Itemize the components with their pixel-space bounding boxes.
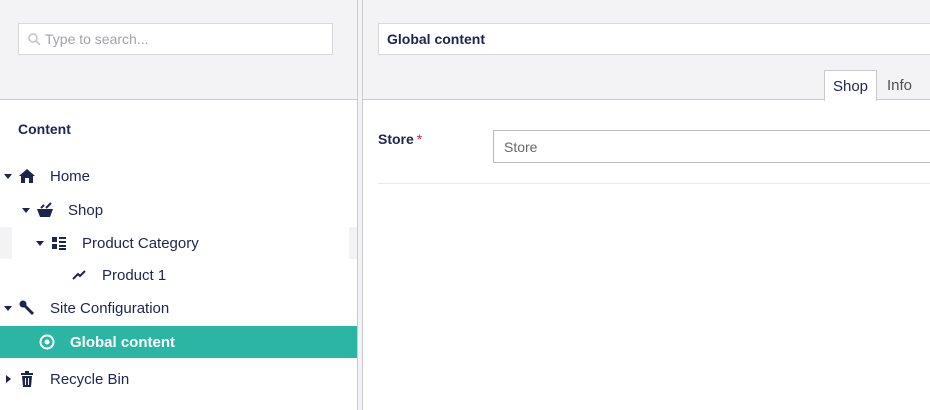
target-icon bbox=[38, 333, 56, 351]
search-icon bbox=[28, 33, 41, 46]
tree-item-site-configuration[interactable]: Site Configuration bbox=[0, 292, 357, 324]
tree-item-product-category[interactable]: Product Category bbox=[0, 227, 357, 259]
home-icon bbox=[18, 167, 36, 185]
trash-icon bbox=[18, 370, 36, 388]
list-icon bbox=[50, 234, 68, 252]
search-input[interactable]: Type to search... bbox=[18, 23, 333, 55]
tree-section-title: Content bbox=[18, 121, 71, 137]
tree-item-label: Product Category bbox=[82, 234, 199, 252]
caret-down-icon[interactable] bbox=[36, 240, 44, 246]
tree-item-label: Shop bbox=[68, 201, 104, 219]
tab-shop[interactable]: Shop bbox=[824, 70, 877, 101]
shop-icon bbox=[36, 201, 54, 219]
content-name-input[interactable]: Global content bbox=[378, 23, 930, 55]
tree-item-global-content[interactable]: Global content bbox=[0, 326, 357, 358]
tree-item-label: Product 1 bbox=[102, 266, 167, 284]
store-field[interactable]: Store bbox=[493, 130, 930, 163]
tab-info[interactable]: Info bbox=[877, 70, 922, 101]
content-tree-sidebar: Type to search... Content Home Shop Prod… bbox=[0, 0, 357, 410]
tree-item-home[interactable]: Home bbox=[0, 160, 357, 192]
caret-right-icon[interactable] bbox=[6, 375, 11, 383]
property-divider bbox=[378, 183, 930, 184]
editor-header: Global content Shop Info bbox=[363, 0, 930, 101]
editor-pane: Global content Shop Info Store * Store bbox=[363, 0, 930, 410]
caret-down-icon[interactable] bbox=[4, 173, 12, 179]
store-property-label: Store * bbox=[378, 131, 422, 147]
tree-item-recycle-bin[interactable]: Recycle Bin bbox=[0, 363, 357, 395]
required-marker: * bbox=[416, 131, 423, 147]
store-label-text: Store bbox=[378, 131, 414, 147]
tree-item-product-1[interactable]: Product 1 bbox=[0, 259, 357, 291]
sidebar-header: Type to search... bbox=[0, 0, 357, 100]
caret-down-icon[interactable] bbox=[4, 305, 12, 311]
product-icon bbox=[70, 266, 88, 284]
tree-item-label: Global content bbox=[70, 333, 175, 351]
tree-item-shop[interactable]: Shop bbox=[0, 194, 357, 226]
tree-item-label: Site Configuration bbox=[50, 299, 170, 317]
search-placeholder: Type to search... bbox=[45, 31, 149, 47]
tree-item-label: Home bbox=[50, 167, 91, 185]
caret-down-icon[interactable] bbox=[22, 207, 30, 213]
wrench-icon bbox=[18, 299, 36, 317]
tree-item-label: Recycle Bin bbox=[50, 370, 130, 388]
